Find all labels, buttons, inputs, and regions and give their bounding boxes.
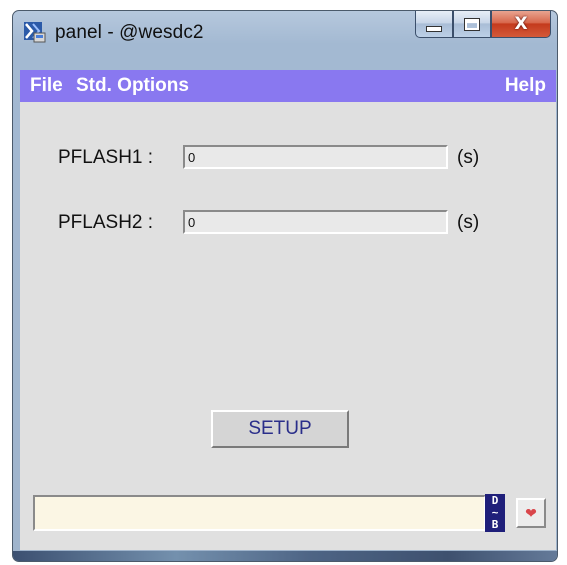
pflash1-label: PFLASH1 : [58, 147, 154, 168]
heart-button[interactable]: ❤ [516, 498, 546, 528]
pflash2-label: PFLASH2 : [58, 212, 154, 233]
minimize-icon [426, 25, 442, 32]
menu-file[interactable]: File [30, 75, 63, 97]
db-icon[interactable]: D ~ B [485, 494, 505, 532]
panel-client-area: File Std. Options Help PFLASH1 : (s) PFL… [20, 70, 556, 550]
panel-app-icon [24, 22, 46, 43]
status-input[interactable] [33, 495, 486, 531]
heart-icon: ❤ [525, 504, 537, 521]
pflash2-input[interactable] [183, 210, 448, 234]
maximize-icon [464, 17, 480, 31]
window-title: panel - @wesdc2 [55, 22, 204, 43]
close-icon: X [514, 14, 528, 34]
maximize-button[interactable] [453, 11, 491, 38]
menu-std-options[interactable]: Std. Options [76, 75, 189, 97]
caption-buttons: X [415, 11, 551, 38]
pflash1-unit: (s) [457, 147, 480, 168]
setup-button[interactable]: SETUP [211, 410, 349, 448]
close-button[interactable]: X [491, 11, 551, 38]
menu-help[interactable]: Help [505, 75, 546, 97]
title-bar[interactable]: panel - @wesdc2 X [13, 11, 557, 67]
minimize-button[interactable] [415, 11, 453, 38]
pflash1-input[interactable] [183, 145, 448, 169]
menu-bar: File Std. Options Help [20, 70, 556, 102]
pflash2-unit: (s) [457, 212, 480, 233]
